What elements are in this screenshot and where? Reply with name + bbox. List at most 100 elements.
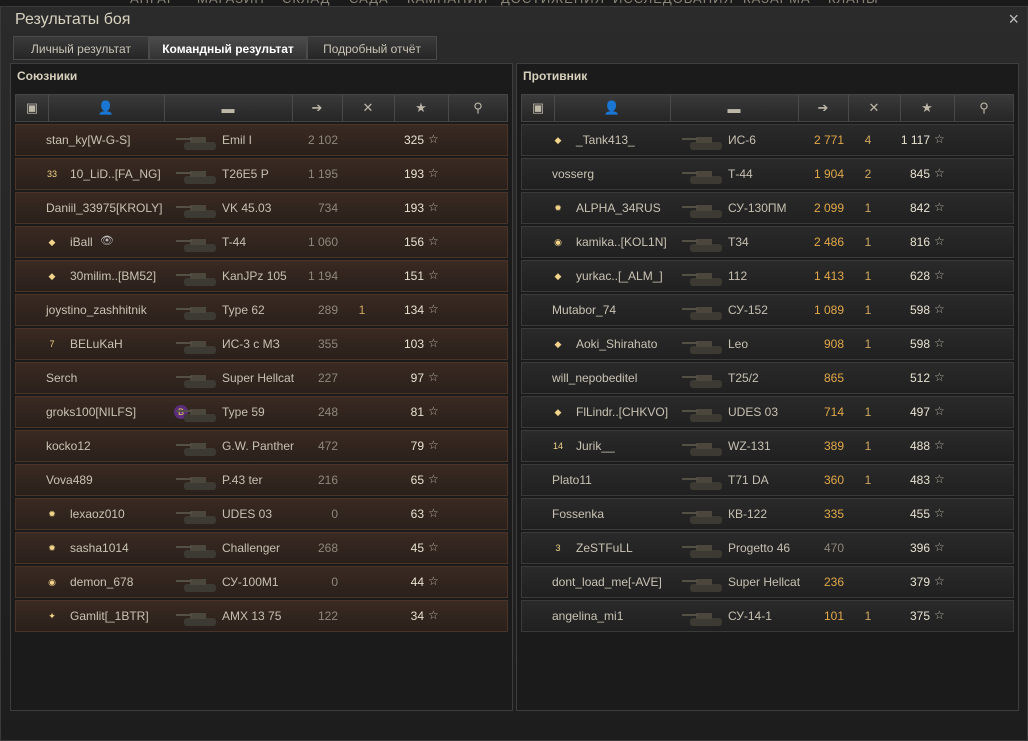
star-icon: ☆	[934, 608, 945, 622]
player-row[interactable]: ◆ _Tank413_ ИС-6 2 771 4 1 117 ☆	[521, 124, 1014, 156]
damage-column-icon[interactable]: ➔	[292, 95, 343, 121]
player-row[interactable]: Daniil_33975[KROLY] VK 45.03 734 193 ☆	[15, 192, 508, 224]
tank-icon	[682, 341, 722, 354]
tab-detailed-report[interactable]: Подробный отчёт	[307, 36, 437, 60]
vehicle-name: G.W. Panther	[222, 439, 295, 453]
kills-column-icon[interactable]: ✕	[342, 95, 395, 121]
player-name[interactable]: ZeSTFuLL	[576, 541, 633, 555]
damage-value: 714	[823, 405, 844, 419]
xp-column-icon[interactable]: ★	[900, 95, 955, 121]
vehicle-column-icon[interactable]: ▬	[164, 95, 293, 121]
player-row[interactable]: dont_load_me[-AVE] Super Hellcat 236 379 ☆	[521, 566, 1014, 598]
squad-column-icon[interactable]: ▣	[522, 95, 555, 121]
medal-column-icon[interactable]: ⚲	[448, 95, 508, 121]
player-name[interactable]: 30milim..[BM52]	[70, 269, 156, 283]
player-name[interactable]: will_nepobeditel	[552, 371, 637, 385]
player-name[interactable]: ALPHA_34RUS	[576, 201, 661, 215]
tank-icon	[682, 409, 722, 422]
player-column-icon[interactable]: 👤	[554, 95, 671, 121]
player-row[interactable]: ◉ kamika..[KOL1N] T34 2 486 1 816 ☆	[521, 226, 1014, 258]
player-row[interactable]: Vova489 P.43 ter 216 65 ☆	[15, 464, 508, 496]
player-name[interactable]: Jurik__	[576, 439, 615, 453]
achievement-badge-icon: ✹	[48, 509, 56, 519]
player-row[interactable]: Serch Super Hellcat 227 97 ☆	[15, 362, 508, 394]
player-name[interactable]: kamika..[KOL1N]	[576, 235, 667, 249]
player-row[interactable]: 3 ZeSTFuLL Progetto 46 470 396 ☆	[521, 532, 1014, 564]
player-name[interactable]: yurkac..[_ALM_]	[576, 269, 663, 283]
player-name[interactable]: Mutabor_74	[552, 303, 616, 317]
player-row[interactable]: ◆ iBall 👁 T-44 1 060 156 ☆	[15, 226, 508, 258]
player-row[interactable]: groks100[NILFS]BType 5924881☆	[15, 396, 508, 428]
vehicle-name: Type 62	[222, 303, 265, 317]
vehicle-column-icon[interactable]: ▬	[670, 95, 799, 121]
player-row[interactable]: 7 BELuKaH ИС-3 с МЗ 355 103 ☆	[15, 328, 508, 360]
player-name[interactable]: iBall	[70, 235, 93, 249]
player-row[interactable]: 14 Jurik__ WZ-131 389 1 488 ☆	[521, 430, 1014, 462]
xp-value: 379	[909, 575, 930, 589]
player-row[interactable]: ◆ Aoki_Shirahato Leo 908 1 598 ☆	[521, 328, 1014, 360]
star-icon: ☆	[428, 506, 439, 520]
player-row[interactable]: ✹ lexaoz010 UDES 03 0 63 ☆	[15, 498, 508, 530]
kills-value: 1	[864, 609, 872, 623]
player-row[interactable]: Mutabor_74 СУ-152 1 089 1 598 ☆	[521, 294, 1014, 326]
tab-personal-result[interactable]: Личный результат	[13, 36, 149, 60]
close-icon[interactable]: ×	[1008, 9, 1019, 30]
player-name[interactable]: sasha1014	[70, 541, 129, 555]
tab-team-result[interactable]: Командный результат	[149, 36, 307, 60]
player-name[interactable]: kocko12	[46, 439, 91, 453]
vehicle-name: Super Hellcat	[728, 575, 801, 589]
player-name[interactable]: stan_ky[W-G-S]	[46, 133, 130, 147]
player-row[interactable]: ✹ ALPHA_34RUS СУ-130ПМ 2 099 1 842 ☆	[521, 192, 1014, 224]
player-name[interactable]: Fossenka	[552, 507, 604, 521]
player-row[interactable]: 33 10_LiD..[FA_NG] T26E5 P 1 195 193 ☆	[15, 158, 508, 190]
player-name[interactable]: 10_LiD..[FA_NG]	[70, 167, 161, 181]
player-column-icon[interactable]: 👤	[48, 95, 165, 121]
player-name[interactable]: Aoki_Shirahato	[576, 337, 657, 351]
player-row[interactable]: angelina_mi1 СУ-14-1 101 1 375 ☆	[521, 600, 1014, 632]
star-icon: ☆	[428, 370, 439, 384]
vehicle-name: P.43 ter	[222, 473, 263, 487]
xp-column-icon[interactable]: ★	[394, 95, 449, 121]
player-name[interactable]: groks100[NILFS]	[46, 405, 136, 419]
player-name[interactable]: Daniil_33975[KROLY]	[46, 201, 163, 215]
player-name[interactable]: demon_678	[70, 575, 133, 589]
xp-value: 63	[410, 507, 424, 521]
player-row[interactable]: stan_ky[W-G-S] Emil I 2 102 325 ☆	[15, 124, 508, 156]
player-row[interactable]: ◆ yurkac..[_ALM_] 112 1 413 1 628 ☆	[521, 260, 1014, 292]
player-row[interactable]: kocko12 G.W. Panther 472 79 ☆	[15, 430, 508, 462]
kills-column-icon[interactable]: ✕	[848, 95, 901, 121]
kills-value: 4	[864, 133, 872, 147]
player-name[interactable]: vosserg	[552, 167, 594, 181]
player-row[interactable]: joystino_zashhitnik Type 62 289 1 134 ☆	[15, 294, 508, 326]
player-name[interactable]: joystino_zashhitnik	[46, 303, 147, 317]
player-name[interactable]: BELuKaH	[70, 337, 123, 351]
vehicle-name: ИС-3 с МЗ	[222, 337, 280, 351]
player-name[interactable]: angelina_mi1	[552, 609, 623, 623]
star-icon: ☆	[934, 268, 945, 282]
star-icon: ☆	[934, 540, 945, 554]
vehicle-name: ИС-6	[728, 133, 756, 147]
player-row[interactable]: ✦ Gamlit[_1BTR] AMX 13 75 122 34 ☆	[15, 600, 508, 632]
player-name[interactable]: Plato11	[552, 473, 592, 487]
squad-column-icon[interactable]: ▣	[16, 95, 49, 121]
player-row[interactable]: Fossenka КВ-122 335 455 ☆	[521, 498, 1014, 530]
player-row[interactable]: ◆ FlLindr..[CHKVO] UDES 03 714 1 497 ☆	[521, 396, 1014, 428]
player-name[interactable]: Gamlit[_1BTR]	[70, 609, 149, 623]
player-name[interactable]: Serch	[46, 371, 77, 385]
player-row[interactable]: ◆ 30milim..[BM52] KanJPz 105 1 194 151 ☆	[15, 260, 508, 292]
player-row[interactable]: ◉ demon_678 СУ-100М1 0 44 ☆	[15, 566, 508, 598]
player-row[interactable]: ✹ sasha1014 Challenger 268 45 ☆	[15, 532, 508, 564]
player-name[interactable]: Vova489	[46, 473, 93, 487]
player-name[interactable]: dont_load_me[-AVE]	[552, 575, 662, 589]
player-name[interactable]: _Tank413_	[576, 133, 635, 147]
kills-value: 1	[864, 473, 872, 487]
player-name[interactable]: FlLindr..[CHKVO]	[576, 405, 668, 419]
player-name[interactable]: lexaoz010	[70, 507, 125, 521]
vehicle-name: СУ-14-1	[728, 609, 772, 623]
star-icon: ☆	[934, 370, 945, 384]
medal-column-icon[interactable]: ⚲	[954, 95, 1014, 121]
player-row[interactable]: will_nepobeditel T25/2 865 512 ☆	[521, 362, 1014, 394]
damage-column-icon[interactable]: ➔	[798, 95, 849, 121]
player-row[interactable]: vosserg Т-44 1 904 2 845 ☆	[521, 158, 1014, 190]
player-row[interactable]: Plato11 T71 DA 360 1 483 ☆	[521, 464, 1014, 496]
